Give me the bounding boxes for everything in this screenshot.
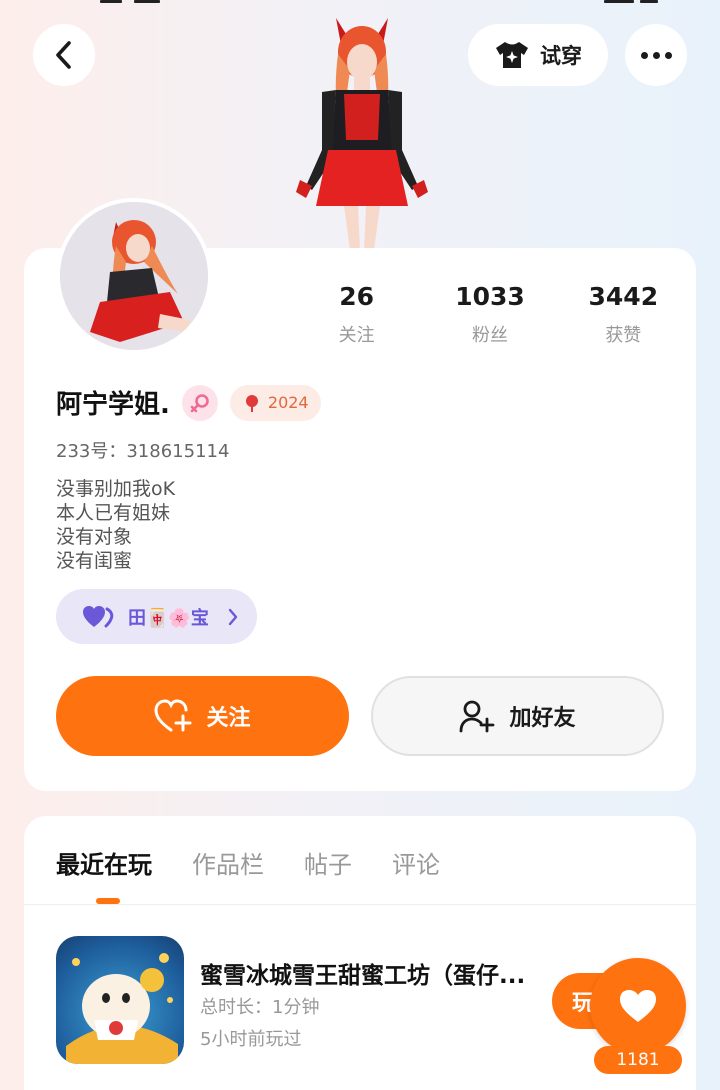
status-bar <box>0 0 720 6</box>
hearts-icon <box>83 605 114 627</box>
year-badge: 2024 <box>229 384 321 421</box>
more-dots-icon <box>640 51 672 59</box>
tab-comments[interactable]: 评论 <box>392 845 440 879</box>
bio: 没事别加我oK 本人已有姐妹 没有对象 没有闺蜜 <box>56 477 175 573</box>
like-count: 1181 <box>594 1046 682 1074</box>
add-friend-button[interactable]: 加好友 <box>371 676 664 756</box>
bio-line: 没有闺蜜 <box>56 550 133 572</box>
profile-stats: 26 关注 1033 粉丝 3442 获赞 <box>290 282 690 347</box>
fan-badge-label: 田🀄🌸宝 <box>128 607 209 629</box>
game-title: 蜜雪冰城雪王甜蜜工坊（蛋仔... <box>200 963 526 989</box>
flower-icon <box>245 394 258 412</box>
female-icon <box>190 393 209 412</box>
stat-value: 3442 <box>588 282 659 311</box>
heart-icon <box>620 990 656 1022</box>
stat-followers[interactable]: 1033 粉丝 <box>423 282 556 347</box>
avatar-image <box>60 202 208 350</box>
tab-recent-games[interactable]: 最近在玩 <box>56 845 152 879</box>
user-id: 233号：318615114 <box>56 441 230 462</box>
more-button[interactable] <box>625 24 687 86</box>
heart-plus-icon <box>154 699 192 732</box>
stat-value: 1033 <box>455 282 525 311</box>
fan-badge-button[interactable]: 田🀄🌸宝 <box>56 589 257 644</box>
game-icon <box>56 936 184 1064</box>
add-friend-label: 加好友 <box>509 706 576 731</box>
game-duration: 总时长：1分钟 <box>200 997 320 1018</box>
try-on-button[interactable]: 试穿 <box>468 24 608 86</box>
chevron-left-icon <box>56 41 71 69</box>
stat-label: 粉丝 <box>471 325 508 346</box>
bio-line: 没事别加我oK <box>56 478 176 500</box>
bio-line: 本人已有姐妹 <box>56 502 171 524</box>
back-button[interactable] <box>33 24 95 86</box>
character-avatar-figure <box>296 18 428 250</box>
try-on-label: 试穿 <box>540 44 582 68</box>
game-last-played: 5小时前玩过 <box>200 1029 302 1050</box>
game-thumbnail <box>66 953 178 1064</box>
chevron-right-icon <box>228 608 238 625</box>
gender-badge <box>181 384 218 421</box>
name-row: 阿宁学姐. 2024 <box>56 384 321 421</box>
year-badge-label: 2024 <box>267 393 309 412</box>
tshirt-icon <box>496 42 528 68</box>
stat-following[interactable]: 26 关注 <box>290 282 423 347</box>
tab-posts[interactable]: 帖子 <box>304 845 352 879</box>
tab-works[interactable]: 作品栏 <box>192 845 264 879</box>
stat-likes[interactable]: 3442 获赞 <box>557 282 690 347</box>
bio-line: 没有对象 <box>56 526 133 548</box>
profile-tabs: 最近在玩 作品栏 帖子 评论 <box>56 845 440 879</box>
follow-label: 关注 <box>206 706 251 731</box>
stat-value: 26 <box>339 282 375 311</box>
stat-label: 获赞 <box>605 325 642 346</box>
divider <box>24 904 696 905</box>
like-button[interactable] <box>590 958 686 1054</box>
add-person-icon <box>460 700 495 733</box>
avatar[interactable] <box>56 198 212 354</box>
follow-button[interactable]: 关注 <box>56 676 349 756</box>
user-name: 阿宁学姐. <box>56 390 170 420</box>
stat-label: 关注 <box>338 325 375 346</box>
